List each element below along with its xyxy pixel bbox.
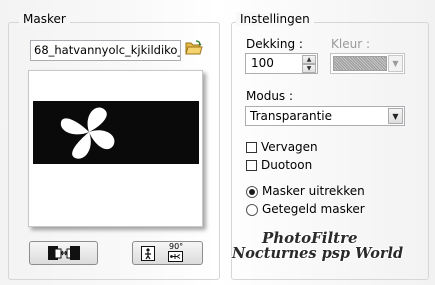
tiled-mask-radio[interactable] [246,204,258,216]
kleur-label: Kleur : [331,37,370,51]
stretch-mask-label: Masker uitrekken [262,184,365,198]
duotoon-label: Duotoon [261,158,313,172]
mask-preview-flower-shape [60,107,115,159]
watermark-nocturnes: Nocturnes psp World [232,245,404,262]
modus-label: Modus : [246,89,294,103]
modus-selected-value: Transparantie [250,109,332,123]
dekking-up-button[interactable]: ▲ [302,55,316,64]
open-folder-button[interactable] [185,39,203,57]
dekking-down-button[interactable]: ▼ [302,64,316,73]
mask-file-field[interactable]: 68_hatvannyolc_kjkildiko_m [30,40,181,61]
kleur-dropdown-arrow[interactable]: ▼ [388,55,403,72]
kleur-color-picker[interactable]: ▼ [330,53,405,74]
modus-dropdown-arrow[interactable]: ▼ [388,108,403,124]
masker-group-title: Masker [19,12,70,26]
invert-mask-button[interactable] [29,241,98,265]
dekking-value: 100 [251,56,274,70]
duotoon-checkbox[interactable] [246,160,257,171]
stretch-mask-radio-dot [249,189,255,195]
settings-group-title: Instellingen [236,12,314,26]
rotate-mask-button[interactable]: 90° [132,241,203,265]
mask-preview [28,70,203,227]
invert-icon [48,246,80,260]
vervagen-checkbox[interactable] [246,142,257,153]
kleur-swatch [333,56,387,71]
open-folder-icon [185,40,203,55]
rotated-figure-icon [168,251,183,262]
rotate-angle-text: 90° [169,242,184,251]
dekking-label: Dekking : [246,37,303,51]
dekking-spinbox[interactable]: 100 ▲ ▼ [245,53,318,74]
vervagen-label: Vervagen [261,140,318,154]
stretch-mask-radio[interactable] [246,186,258,198]
rotate-icon [141,246,155,261]
modus-select[interactable]: Transparantie ▼ [245,106,405,126]
tiled-mask-label: Getegeld masker [262,202,365,216]
